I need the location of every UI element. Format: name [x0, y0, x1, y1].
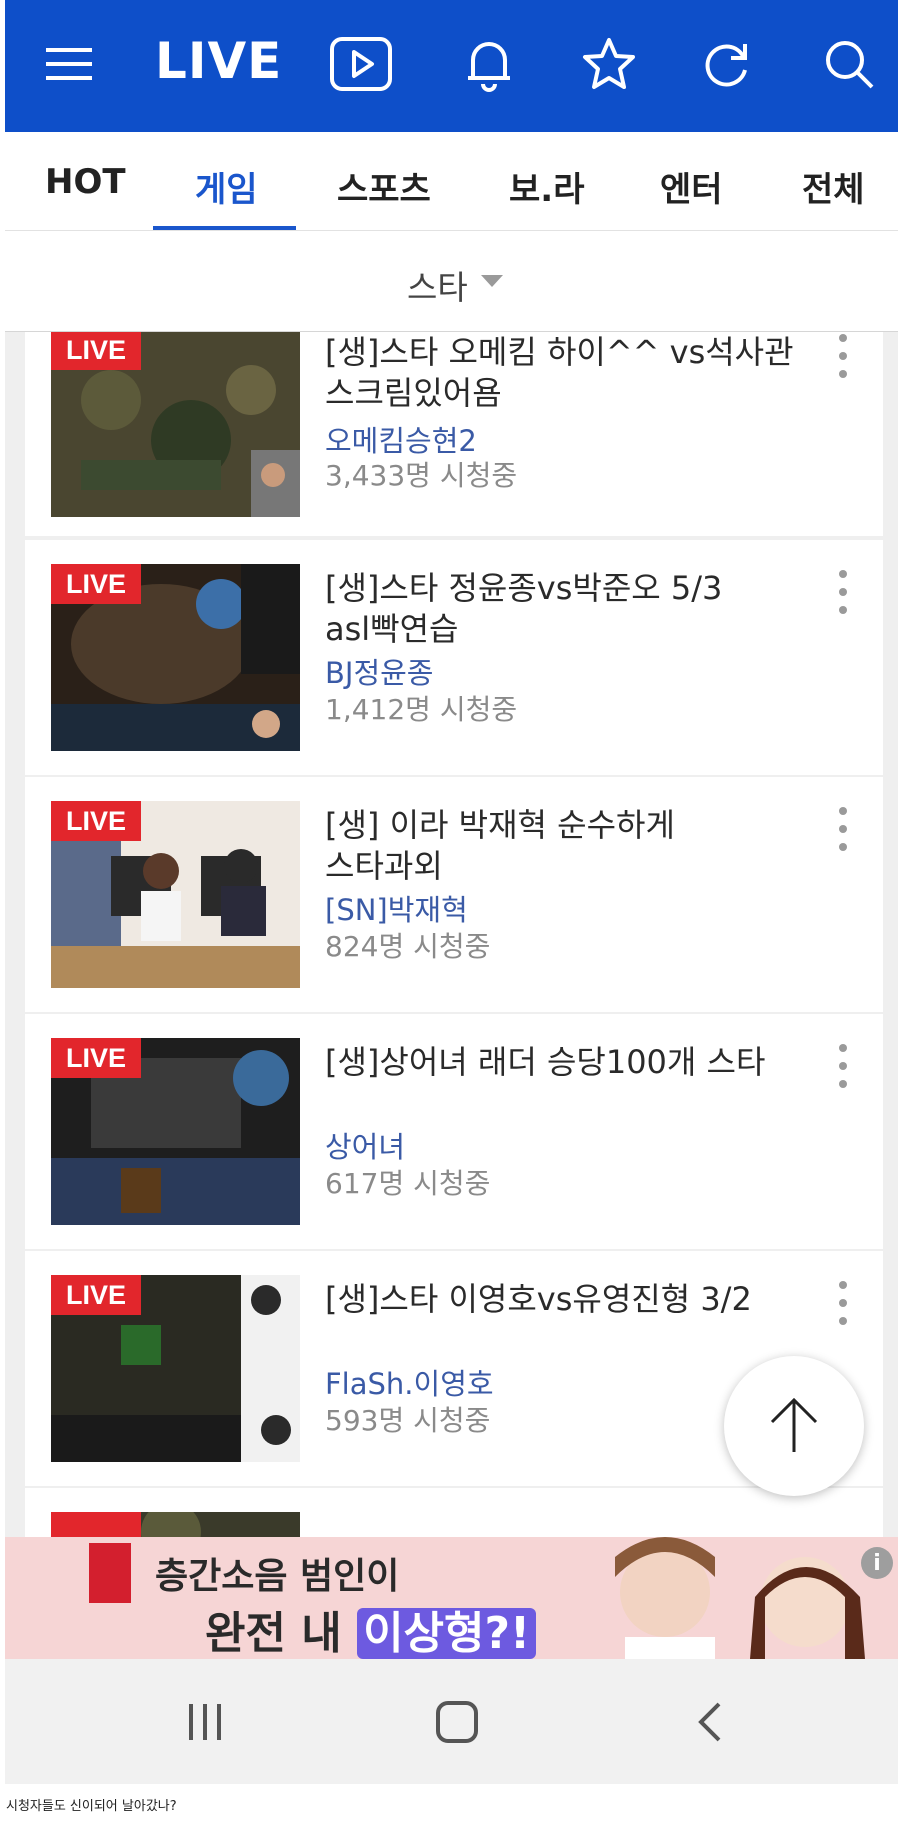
video-play-icon[interactable] — [327, 30, 395, 98]
more-options-icon[interactable] — [833, 1279, 853, 1329]
ad-headline: 층간소음 범인이 — [155, 1556, 400, 1597]
ad-subheadline: 완전 내 이상형?! — [205, 1597, 537, 1659]
stream-thumbnail[interactable]: LIVE — [51, 1275, 300, 1462]
tab-bora[interactable]: 보.라 — [509, 162, 584, 211]
stream-title-line: [생]상어녀 래더 승당100개 스타 — [325, 1043, 766, 1081]
channel-name[interactable]: FlaSh.이영호 — [325, 1361, 494, 1403]
active-tab-indicator — [153, 226, 296, 230]
more-options-icon[interactable] — [833, 805, 853, 855]
viewer-count: 3,433명 시청중 — [325, 459, 518, 492]
stream-thumbnail[interactable]: LIVE — [51, 801, 300, 988]
channel-name[interactable]: [SN]박재혁 — [325, 887, 468, 929]
ad-subheadline-highlight: 이상형?! — [357, 1608, 537, 1659]
top-app-bar: LIVE — [5, 0, 898, 132]
live-badge: LIVE — [51, 1275, 141, 1315]
tab-all[interactable]: 전체 — [802, 162, 865, 211]
live-badge: LIVE — [51, 801, 141, 841]
stream-title-line: [생]스타 정윤종vs박준오 5/3 — [325, 569, 723, 607]
ad-illustration — [615, 1537, 865, 1659]
stream-title-line: 스타과외 — [325, 847, 443, 885]
search-icon[interactable] — [815, 30, 883, 98]
live-badge — [51, 1512, 141, 1537]
stream-title: [생]스타 정윤종vs박준오 5/3 asl빡연습 — [325, 568, 795, 650]
menu-icon[interactable] — [35, 30, 103, 98]
category-tabs: HOT 게임 스포츠 보.라 엔터 전체 — [5, 132, 898, 231]
more-options-icon[interactable] — [833, 568, 853, 618]
live-badge: LIVE — [51, 1038, 141, 1078]
bell-icon[interactable] — [455, 30, 523, 98]
refresh-icon[interactable] — [693, 30, 761, 98]
channel-name[interactable]: 상어녀 — [325, 1124, 405, 1166]
stream-thumbnail[interactable] — [51, 1512, 300, 1537]
viewer-count: 617명 시청중 — [325, 1167, 491, 1200]
ad-info-icon[interactable]: i — [861, 1547, 893, 1579]
comics-logo — [89, 1543, 131, 1603]
tab-hot[interactable]: HOT — [45, 162, 126, 202]
stream-title-line: [생]스타 이영호vs유영진형 3/2 — [325, 1280, 752, 1318]
viewer-count: 593명 시청중 — [325, 1404, 491, 1437]
ad-banner[interactable]: 층간소음 범인이 완전 내 이상형?! i — [5, 1537, 898, 1659]
stream-title-line: 스크림있어욤 — [325, 374, 502, 412]
live-badge: LIVE — [51, 332, 141, 370]
viewer-count: 824명 시청중 — [325, 930, 491, 963]
chevron-down-icon — [481, 275, 503, 287]
star-icon[interactable] — [575, 30, 643, 98]
stream-title: [생]스타 이영호vs유영진형 3/2 — [325, 1279, 795, 1320]
more-options-icon[interactable] — [833, 1042, 853, 1092]
system-navigation-bar — [5, 1659, 898, 1784]
list-item[interactable]: LIVE [생]스타 오메킴 하이^^ vs석사관 스크림있어욤 오메킴승현2 … — [25, 332, 883, 536]
viewer-count: 1,412명 시청중 — [325, 693, 518, 726]
list-item[interactable]: LIVE [생]상어녀 래더 승당100개 스타 상어녀 617명 시청중 — [25, 1014, 883, 1249]
stream-title: [생] 이라 박재혁 순수하게 스타과외 — [325, 805, 795, 887]
stream-thumbnail[interactable]: LIVE — [51, 564, 300, 751]
subcategory-filter[interactable]: 스타 — [5, 231, 898, 332]
stream-thumbnail[interactable]: LIVE — [51, 1038, 300, 1225]
live-badge: LIVE — [51, 564, 141, 604]
arrow-up-icon — [770, 1397, 818, 1452]
stream-title: [생]스타 오메킴 하이^^ vs석사관 스크림있어욤 — [325, 332, 795, 414]
stream-title-line: [생]스타 오메킴 하이^^ vs석사관 — [325, 333, 794, 371]
stream-title-line: asl빡연습 — [325, 610, 459, 648]
list-item[interactable]: LIVE [생]스타 정윤종vs박준오 5/3 asl빡연습 BJ정윤종 1,4… — [25, 540, 883, 775]
ad-subheadline-text: 완전 내 — [205, 1608, 358, 1659]
scroll-to-top-button[interactable] — [724, 1356, 864, 1496]
filter-label: 스타 — [407, 268, 468, 307]
channel-name[interactable]: BJ정윤종 — [325, 650, 434, 692]
list-item[interactable]: LIVE [생] 이라 박재혁 순수하게 스타과외 [SN]박재혁 824명 시… — [25, 777, 883, 1012]
recent-apps-icon[interactable] — [185, 1702, 225, 1742]
caption-text: 시청자들도 신이되어 날아갔나? — [6, 1799, 177, 1814]
tab-enter[interactable]: 엔터 — [660, 162, 723, 211]
stream-thumbnail[interactable]: LIVE — [51, 332, 300, 517]
more-options-icon[interactable] — [833, 332, 853, 382]
stream-title: [생]상어녀 래더 승당100개 스타 — [325, 1042, 795, 1083]
tab-sports[interactable]: 스포츠 — [337, 162, 431, 211]
tab-game[interactable]: 게임 — [195, 162, 258, 211]
stream-title-line: [생] 이라 박재혁 순수하게 — [325, 806, 675, 844]
home-icon[interactable] — [435, 1700, 479, 1744]
back-icon[interactable] — [695, 1702, 725, 1742]
app-title: LIVE — [155, 32, 283, 90]
